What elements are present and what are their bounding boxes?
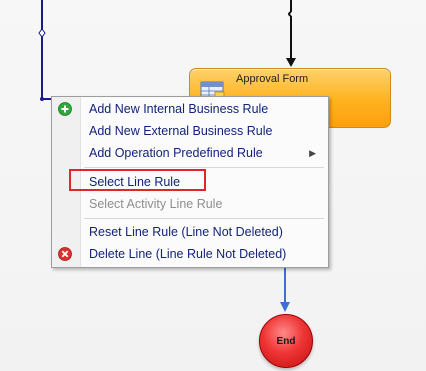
menu-item-label: Add New External Business Rule (89, 124, 273, 138)
approval-form-title: Approval Form (236, 73, 309, 85)
menu-item-label: Delete Line (Line Rule Not Deleted) (89, 247, 287, 261)
menu-item-add-predefined-rule[interactable]: Add Operation Predefined Rule ▶ (52, 142, 328, 164)
arrowhead-end (280, 302, 290, 312)
menu-item-select-activity-line-rule: Select Activity Line Rule (52, 193, 328, 215)
end-node-label: End (276, 335, 296, 347)
submenu-arrow-icon: ▶ (309, 148, 316, 158)
red-delete-icon (58, 247, 72, 261)
connector-diamond-handle[interactable] (38, 28, 46, 38)
workflow-canvas: Approval Form End Add New Internal Busin… (0, 0, 426, 371)
end-node[interactable]: End (259, 314, 313, 368)
menu-item-reset-line-rule[interactable]: Reset Line Rule (Line Not Deleted) (52, 221, 328, 243)
green-plus-icon (58, 102, 72, 116)
connector-curve (288, 11, 292, 17)
menu-separator (84, 167, 324, 168)
menu-item-add-internal-rule[interactable]: Add New Internal Business Rule (52, 98, 328, 120)
highlight-annotation-box (69, 169, 206, 191)
menu-item-label: Select Activity Line Rule (89, 197, 223, 211)
menu-item-add-external-rule[interactable]: Add New External Business Rule (52, 120, 328, 142)
arrowhead-approval (286, 58, 296, 67)
menu-separator (84, 218, 324, 219)
menu-item-label: Add New Internal Business Rule (89, 102, 269, 116)
menu-item-label: Reset Line Rule (Line Not Deleted) (89, 225, 283, 239)
connector-joint (40, 97, 44, 101)
menu-item-label: Add Operation Predefined Rule (89, 146, 263, 160)
menu-item-delete-line[interactable]: Delete Line (Line Rule Not Deleted) (52, 243, 328, 265)
